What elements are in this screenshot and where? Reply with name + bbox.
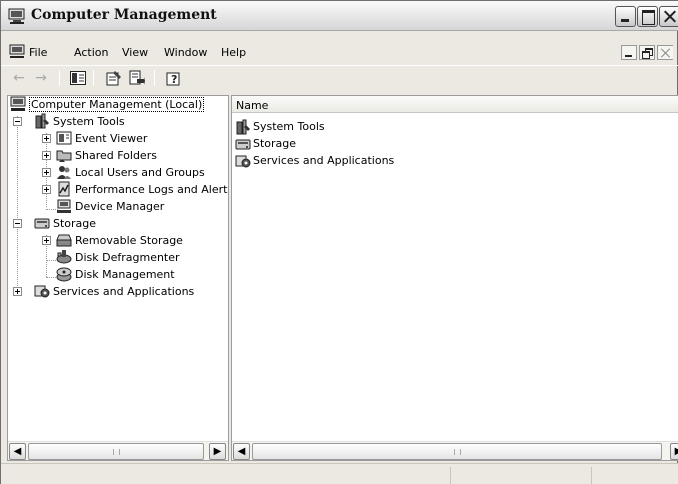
tree-label: Disk Defragmenter	[75, 250, 180, 264]
title-bar[interactable]: Computer Management	[1, 1, 678, 31]
list-item-storage[interactable]: Storage	[235, 135, 296, 152]
collapse-toggle-storage[interactable]	[13, 219, 22, 228]
maximize-button[interactable]	[637, 6, 658, 27]
properties-icon[interactable]	[104, 69, 124, 87]
expand-toggle-removable-storage[interactable]	[42, 236, 51, 245]
device-manager-icon	[56, 198, 72, 214]
status-bar	[1, 463, 678, 484]
status-panel	[450, 467, 590, 484]
storage-icon	[34, 215, 50, 231]
scroll-right-icon[interactable]: ▶	[670, 443, 678, 460]
toolbar-separator	[154, 70, 155, 86]
expand-toggle-shared-folders[interactable]	[42, 151, 51, 160]
expand-toggle-local-users[interactable]	[42, 168, 51, 177]
scrollbar-thumb[interactable]	[28, 443, 204, 460]
menu-bar: File Action View Window Help	[1, 41, 678, 63]
menu-action[interactable]: Action	[74, 46, 108, 59]
scroll-left-icon[interactable]: ◀	[9, 443, 26, 460]
scroll-left-icon[interactable]: ◀	[233, 443, 250, 460]
storage-icon	[235, 136, 251, 152]
menu-file[interactable]: File	[29, 46, 47, 59]
tree-item-storage[interactable]: Storage	[34, 215, 96, 231]
tree-horizontal-scrollbar[interactable]: ◀ ▶	[8, 441, 228, 460]
tree-item-computer-management[interactable]: Computer Management (Local)	[10, 96, 205, 112]
toolbar-separator	[59, 70, 60, 86]
tree-label: Shared Folders	[75, 148, 157, 162]
status-panel	[591, 467, 678, 484]
expand-toggle-performance-logs[interactable]	[42, 185, 51, 194]
svg-text:?: ?	[171, 73, 177, 86]
child-restore-button[interactable]	[639, 45, 655, 60]
scrollbar-thumb[interactable]	[252, 443, 662, 460]
menu-help[interactable]: Help	[221, 46, 246, 59]
disk-defragmenter-icon	[56, 249, 72, 265]
back-arrow-icon[interactable]: ←	[9, 69, 29, 87]
tree-item-event-viewer[interactable]: Event Viewer	[56, 130, 147, 146]
tree-label: Storage	[53, 216, 97, 230]
expand-toggle-event-viewer[interactable]	[42, 134, 51, 143]
system-tools-icon	[34, 113, 50, 129]
toolbar-separator	[93, 70, 94, 86]
minimize-button[interactable]	[615, 6, 636, 27]
details-horizontal-scrollbar[interactable]: ◀ ▶	[232, 441, 678, 460]
system-tools-icon	[235, 119, 251, 135]
tree-label: Services and Applications	[53, 284, 195, 298]
tree-label: Event Viewer	[75, 131, 148, 145]
list-item-label: Storage	[253, 137, 297, 150]
help-icon[interactable]: ?	[164, 69, 184, 87]
users-icon	[56, 164, 72, 180]
shared-folder-icon	[56, 147, 72, 163]
tree-label: Computer Management (Local)	[29, 96, 205, 112]
list-item-services-and-applications[interactable]: Services and Applications	[235, 152, 394, 169]
list-item-label: System Tools	[253, 120, 325, 133]
computer-management-icon	[8, 8, 26, 27]
event-viewer-icon	[56, 130, 72, 146]
tree-item-removable-storage[interactable]: Removable Storage	[56, 232, 183, 248]
details-pane[interactable]: Name System Tools Storage Services and A…	[231, 95, 678, 461]
tree-label: Performance Logs and Alerts	[75, 182, 228, 196]
tree-item-disk-defragmenter[interactable]: Disk Defragmenter	[56, 249, 180, 265]
window-title: Computer Management	[31, 7, 217, 23]
forward-arrow-icon[interactable]: →	[31, 69, 51, 87]
list-item-label: Services and Applications	[253, 154, 395, 167]
child-close-button[interactable]	[657, 45, 673, 60]
scroll-right-icon[interactable]: ▶	[209, 443, 226, 460]
export-list-icon[interactable]	[127, 69, 147, 87]
tree-label: Disk Management	[75, 267, 175, 281]
list-column-header[interactable]: Name	[232, 96, 678, 113]
close-button[interactable]	[659, 6, 678, 27]
tree-label: System Tools	[53, 114, 125, 128]
menu-view[interactable]: View	[122, 46, 148, 59]
expand-toggle-services-and-applications[interactable]	[13, 287, 22, 296]
tree-item-performance-logs-and-alerts[interactable]: Performance Logs and Alerts	[56, 181, 228, 197]
tree-label: Local Users and Groups	[75, 165, 205, 179]
computer-management-window: Computer Management File Action View Win…	[0, 0, 678, 484]
tree-item-disk-management[interactable]: Disk Management	[56, 266, 175, 282]
child-minimize-button[interactable]	[621, 45, 637, 60]
menu-window[interactable]: Window	[164, 46, 207, 59]
column-name-header[interactable]: Name	[236, 99, 268, 112]
tree-label: Removable Storage	[75, 233, 183, 247]
console-tree: Computer Management (Local) System Tools…	[8, 96, 228, 441]
system-menu-icon[interactable]	[9, 44, 25, 62]
tree-label: Device Manager	[75, 199, 165, 213]
tree-item-shared-folders[interactable]: Shared Folders	[56, 147, 157, 163]
tree-item-services-and-applications[interactable]: Services and Applications	[34, 283, 194, 299]
show-hide-tree-icon[interactable]	[68, 69, 88, 87]
removable-storage-icon	[56, 232, 72, 248]
services-and-applications-icon	[34, 283, 50, 299]
performance-logs-icon	[56, 181, 72, 197]
services-and-applications-icon	[235, 153, 251, 169]
tree-item-device-manager[interactable]: Device Manager	[56, 198, 164, 214]
computer-icon	[10, 96, 26, 112]
disk-management-icon	[56, 266, 72, 282]
tree-item-local-users-and-groups[interactable]: Local Users and Groups	[56, 164, 205, 180]
tree-item-system-tools[interactable]: System Tools	[34, 113, 125, 129]
toolbar: ← → ?	[1, 65, 678, 89]
list-item-system-tools[interactable]: System Tools	[235, 118, 325, 135]
collapse-toggle-system-tools[interactable]	[13, 117, 22, 126]
console-tree-pane[interactable]: Computer Management (Local) System Tools…	[7, 95, 229, 461]
